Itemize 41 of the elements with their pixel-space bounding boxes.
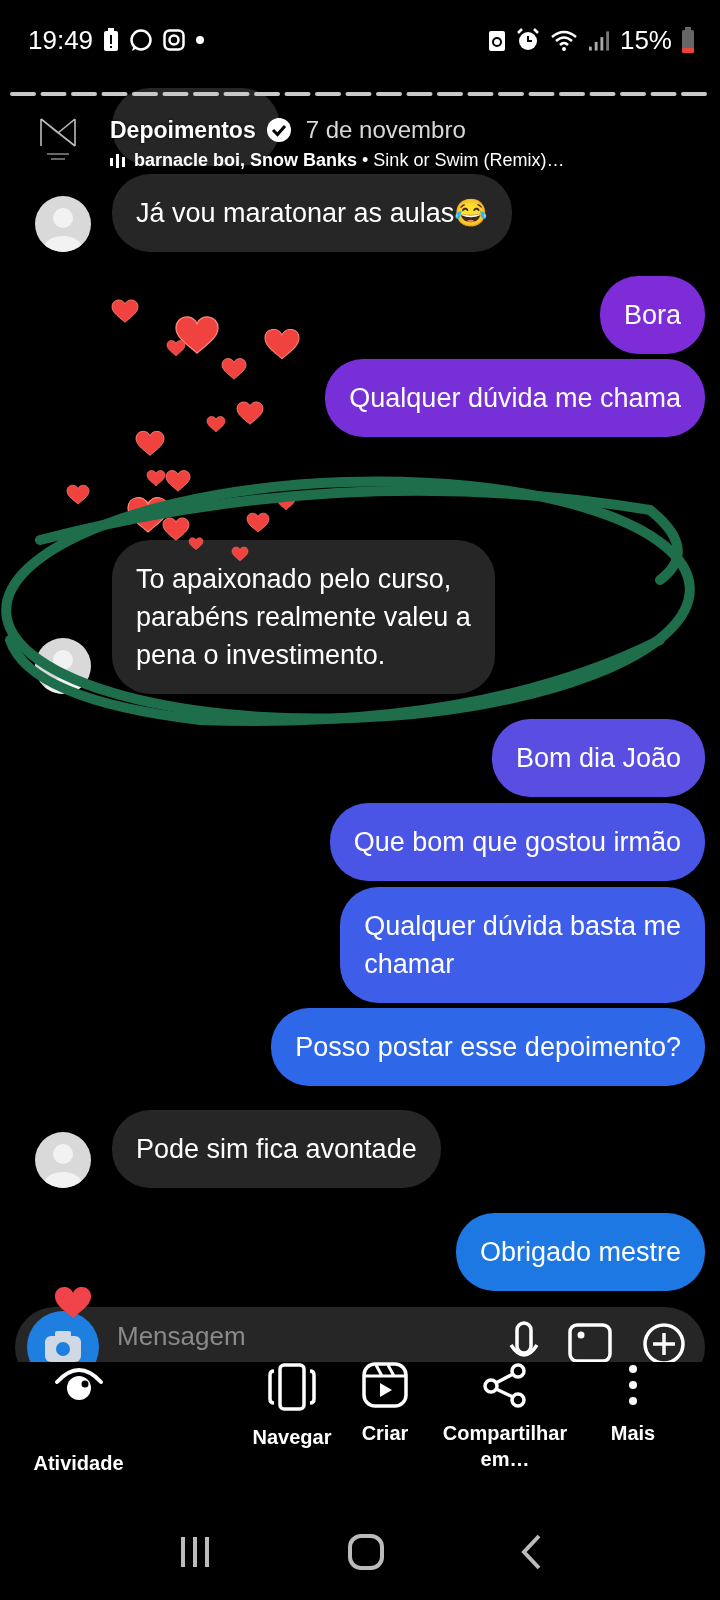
more-icon [627, 1362, 639, 1408]
account-name[interactable]: Depoimentos [110, 116, 256, 144]
action-button[interactable]: Mais [592, 1362, 674, 1446]
battery-saver-icon [487, 28, 506, 52]
message-bubble: Qualquer dúvida me chama [325, 359, 705, 437]
phone-frame-icon [267, 1362, 317, 1412]
battery-alert-icon [103, 28, 120, 52]
camera-icon [43, 1330, 83, 1362]
share-icon [482, 1362, 528, 1408]
message-bubble: To apaixonado pelo curso, parabéns realmente valeu a pena o investimento. [112, 540, 495, 694]
message-bubble: Já vou maratonar as aulas😂 [112, 174, 513, 252]
chat-bubble-icon [129, 28, 154, 52]
home-icon [347, 1533, 385, 1571]
battery-icon [682, 27, 694, 53]
message-bubble: Posso postar esse depoimento? [271, 1008, 705, 1086]
video-icon [362, 1362, 408, 1408]
message-bubble: Qualquer dúvida basta me chamar [340, 887, 705, 1003]
dot-icon [195, 35, 206, 45]
music-info[interactable]: barnacle boi, Snow Banks • Sink or Swim (Remix)… [134, 150, 565, 171]
message-composer[interactable]: Mensagem [15, 1307, 705, 1362]
signal-icon [587, 28, 610, 52]
activity-button[interactable]: Atividade [0, 1362, 157, 1476]
message-bubble: Pode sim fica avontade [112, 1110, 441, 1188]
message-bubble: Que bom que gostou irmão [329, 803, 705, 881]
wifi-icon [549, 28, 578, 52]
action-button[interactable]: Criar [352, 1362, 418, 1446]
action-button[interactable]: Compartilhar em… [418, 1362, 592, 1472]
message-placeholder: Mensagem [117, 1321, 247, 1352]
logo-icon [38, 116, 78, 162]
message-bubble: Bom dia João [491, 719, 705, 797]
battery-percent: 15% [619, 24, 672, 56]
message-bubble: Bora [599, 276, 705, 354]
camera-icon [163, 29, 186, 51]
clock-time: 19:49 [28, 24, 94, 56]
action-button[interactable]: Navegar [232, 1362, 352, 1450]
camera-button[interactable] [27, 1311, 99, 1362]
back-icon [519, 1533, 543, 1571]
sound-bars-icon [110, 152, 126, 169]
message-bubble: Obrigado mestre [455, 1213, 705, 1291]
alarm-icon [515, 28, 540, 52]
post-date: 7 de novembro [305, 116, 466, 144]
